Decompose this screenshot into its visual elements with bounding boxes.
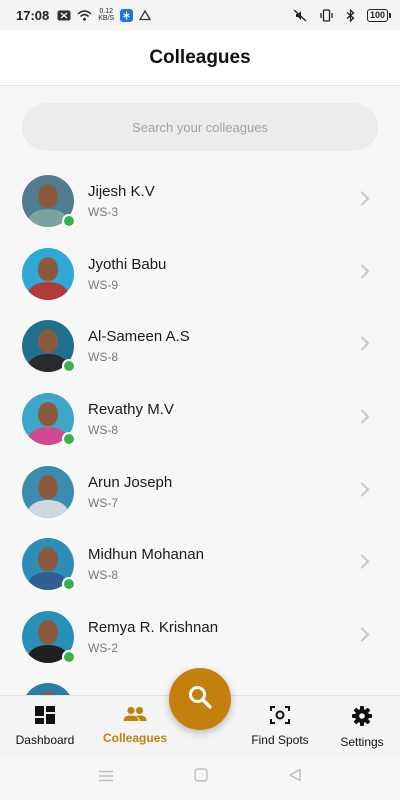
avatar-head [38,547,58,572]
search-fab-button[interactable] [169,668,231,730]
colleague-workstation: WS-8 [88,423,118,438]
colleague-row[interactable]: Remya R. Krishnan WS-2 [0,601,400,674]
message-icon [57,10,71,21]
nav-dashboard[interactable]: Dashboard [0,706,90,747]
page-title: Colleagues [149,46,251,68]
colleague-row[interactable]: Arun Joseph WS-7 [0,455,400,528]
avatar [22,247,74,300]
avatar [22,610,76,664]
colleague-name: Revathy M.V [88,401,174,419]
online-status-dot [62,214,76,229]
avatar-shoulders [28,281,68,300]
drive-icon [139,9,152,21]
nav-settings-label: Settings [340,735,384,749]
home-icon[interactable] [194,768,208,787]
avatar-head [38,329,58,354]
colleague-workstation: WS-8 [88,350,118,365]
status-bar: 17:08 0.12 KB/S 100 [0,0,400,30]
colleague-row[interactable]: Midhun Mohanan WS-8 [0,528,400,601]
colleague-name: Jyothi Babu [88,255,167,273]
online-status-dot [62,359,76,374]
wifi-icon [77,9,92,21]
back-icon[interactable] [288,768,302,787]
avatar-photo [22,465,74,518]
online-status-dot [62,649,76,664]
avatar [22,175,76,229]
colleague-workstation: WS-8 [88,568,118,583]
center-focus-icon [270,706,290,729]
colleague-row[interactable]: Jijesh K.V WS-3 [0,165,400,238]
menu-icon[interactable] [98,769,114,787]
colleague-name: Al-Sameen A.S [88,328,190,346]
nav-find-spots-label: Find Spots [251,733,309,747]
avatar-head [38,184,58,209]
app-notification-icon [120,8,134,22]
search-input[interactable] [22,119,378,135]
nav-colleagues-label: Colleagues [102,731,168,745]
nav-colleagues[interactable]: Colleagues [90,706,180,745]
net-speed: 0.12 KB/S [98,8,115,22]
chevron-right-icon [360,554,370,575]
chevron-right-icon [360,263,370,284]
colleague-info: Remya R. Krishnan WS-2 [88,619,218,655]
nav-find-spots[interactable]: Find Spots [235,706,325,747]
colleague-name: Midhun Mohanan [88,546,204,564]
chevron-right-icon [360,626,370,647]
online-status-dot [62,577,76,592]
colleague-info: Revathy M.V WS-8 [88,401,174,437]
chevron-right-icon [360,336,370,357]
colleague-name: Arun Joseph [88,473,173,491]
avatar [22,393,76,447]
colleague-list: Jijesh K.V WS-3 Jyothi Babu WS-9 Al-Same… [0,165,400,695]
mute-icon [293,9,307,22]
online-status-dot [62,432,76,447]
colleague-row[interactable]: Al-Sameen A.S WS-8 [0,310,400,383]
nav-settings[interactable]: Settings [317,706,400,749]
colleague-info: Arun Joseph WS-7 [88,474,172,510]
search-bar[interactable] [22,103,378,151]
bluetooth-icon [346,8,355,22]
colleague-row[interactable]: Jyothi Babu WS-9 [0,238,400,311]
avatar-head [38,256,58,281]
gear-icon [352,706,372,731]
avatar-shoulders [28,499,68,518]
chevron-right-icon [360,191,370,212]
colleague-workstation: WS-3 [88,205,118,220]
avatar-photo [22,247,74,300]
battery-indicator: 100 [366,8,392,22]
colleague-info: Midhun Mohanan WS-8 [88,546,204,582]
avatar [22,320,76,374]
colleague-workstation: WS-2 [88,640,118,655]
colleague-name: Jijesh K.V [88,183,155,201]
colleague-info: Jyothi Babu WS-9 [88,256,166,292]
colleague-info: Jijesh K.V WS-3 [88,183,155,219]
avatar-head [38,474,58,499]
colleague-row[interactable]: Revathy M.V WS-8 [0,383,400,456]
chevron-right-icon [360,481,370,502]
avatar [22,683,74,695]
status-time: 17:08 [16,7,50,23]
avatar-head [38,402,58,427]
nav-dashboard-label: Dashboard [15,733,75,747]
avatar [22,465,74,518]
vibrate-icon [319,8,334,22]
chevron-right-icon [360,409,370,430]
colleague-workstation: WS-9 [88,277,118,292]
search-icon [187,684,213,715]
avatar-photo [22,683,74,695]
people-icon [123,706,147,727]
colleague-workstation: WS-7 [88,495,118,510]
system-navigation-bar [0,755,400,800]
avatar-head [38,619,58,644]
colleague-info: Al-Sameen A.S WS-8 [88,328,190,364]
colleague-name: Remya R. Krishnan [88,618,219,636]
app-header: Colleagues [0,30,400,86]
dashboard-icon [35,706,55,729]
avatar [22,538,76,592]
